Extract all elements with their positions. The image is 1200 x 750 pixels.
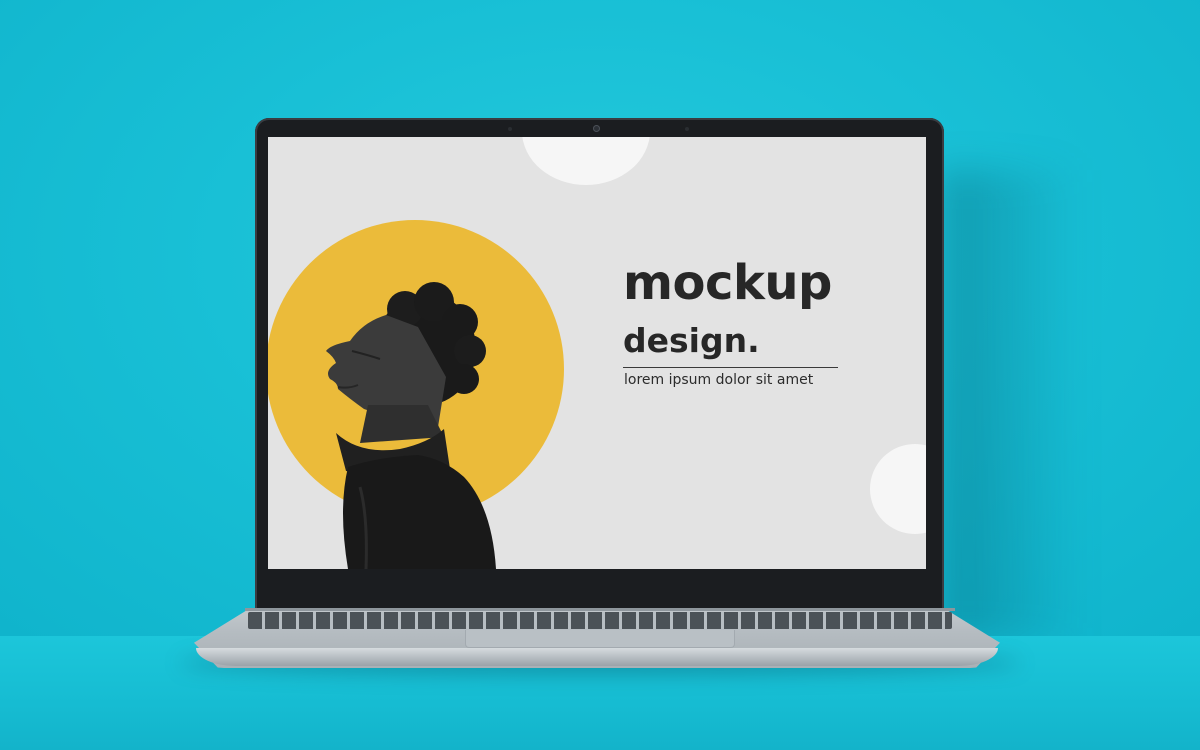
laptop-screen: mockup design. lorem ipsum dolor sit ame… bbox=[268, 137, 926, 569]
keyboard bbox=[248, 612, 952, 629]
tagline: lorem ipsum dolor sit amet bbox=[624, 372, 814, 388]
laptop-base-edge bbox=[196, 648, 998, 666]
hinge bbox=[245, 608, 955, 611]
person-profile-image bbox=[326, 282, 496, 569]
webcam-icon bbox=[593, 125, 600, 132]
laptop-wall-shadow bbox=[940, 170, 1080, 640]
headline-design: design. bbox=[623, 321, 760, 360]
ambient-sensor bbox=[508, 127, 512, 131]
headline-mockup: mockup bbox=[623, 255, 832, 311]
ambient-sensor bbox=[685, 127, 689, 131]
trackpad bbox=[465, 630, 735, 648]
headline-divider bbox=[623, 367, 838, 368]
